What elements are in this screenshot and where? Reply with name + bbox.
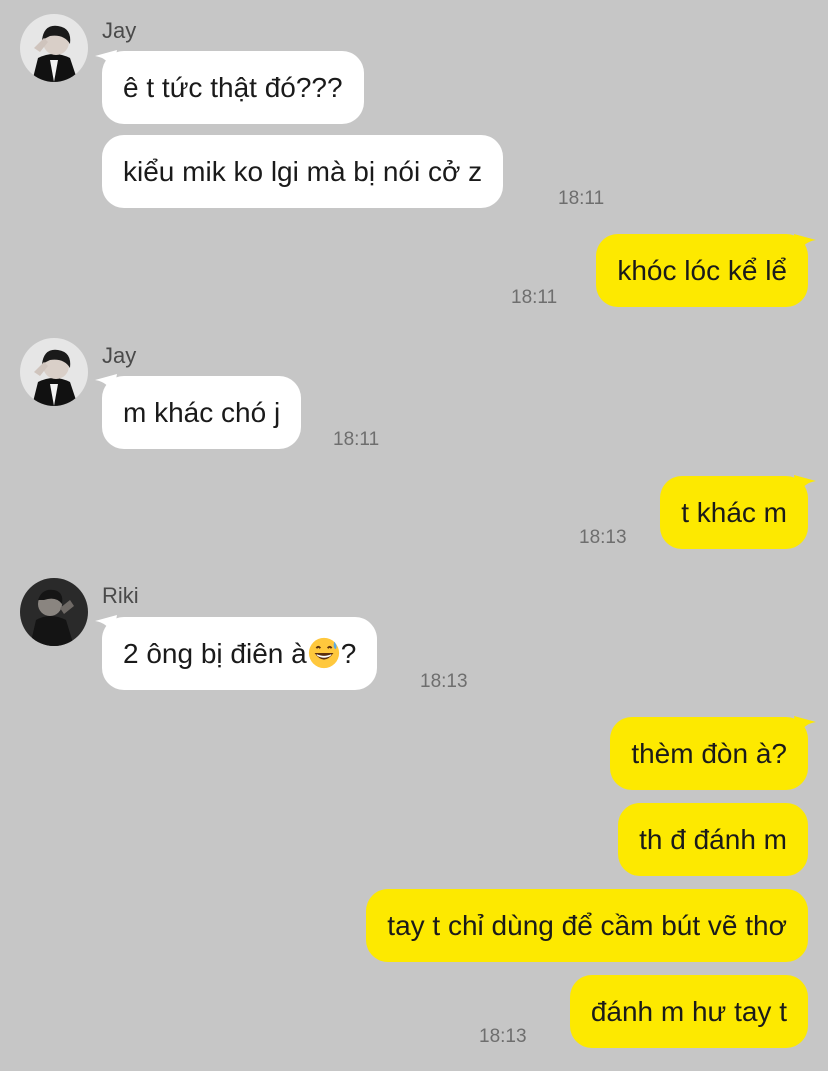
message-timestamp: 18:11 [511, 287, 558, 308]
message-bubble[interactable]: th đ đánh m [618, 803, 808, 876]
sender-name-jay: Jay [102, 18, 137, 43]
message-text: ? [340, 638, 357, 669]
avatar-jay[interactable] [20, 14, 88, 82]
message-timestamp: 18:13 [420, 671, 468, 692]
message-timestamp: 18:11 [558, 188, 605, 209]
message-bubble[interactable]: t khác m [660, 476, 808, 549]
message-text: 2 ông bị điên à [123, 638, 307, 669]
message-bubble[interactable]: ê t tức thật đó??? [102, 51, 364, 124]
message-bubble[interactable]: kiểu mik ko lgi mà bị nói cở z [102, 135, 504, 208]
message-bubble[interactable]: 2 ông bị điên à ? [102, 617, 378, 690]
message-bubble[interactable]: thèm đòn à? [610, 717, 808, 790]
message-bubble[interactable]: tay t chỉ dùng để cầm bút vẽ thơ [366, 889, 808, 962]
message-timestamp: 18:13 [479, 1026, 527, 1047]
sender-name-jay: Jay [102, 343, 137, 368]
avatar-riki[interactable] [20, 578, 88, 646]
message-bubble[interactable]: khóc lóc kể lể [596, 234, 808, 307]
message-bubble[interactable]: đánh m hư tay t [569, 975, 808, 1048]
sender-name-riki: Riki [102, 583, 139, 608]
avatar-jay[interactable] [20, 338, 88, 406]
message-bubble[interactable]: m khác chó j [102, 376, 302, 449]
message-timestamp: 18:13 [579, 527, 627, 548]
message-timestamp: 18:11 [333, 429, 380, 450]
grinning-face-with-sweat-icon [308, 637, 339, 668]
